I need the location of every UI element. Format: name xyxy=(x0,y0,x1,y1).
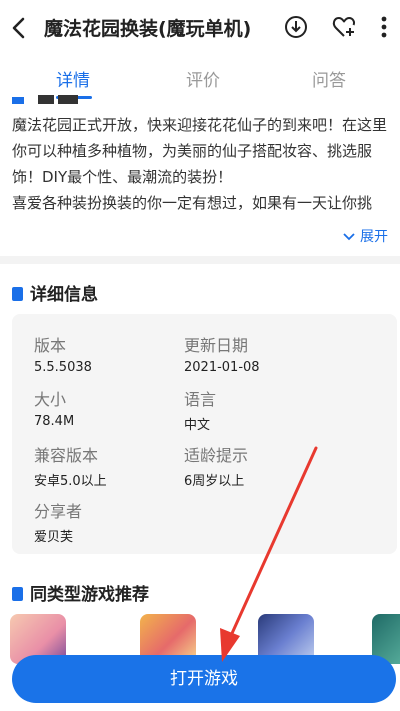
detail-update-date: 更新日期 2021-01-08 xyxy=(184,336,260,375)
recommend-section-title: 同类型游戏推荐 xyxy=(12,580,149,605)
details-section-title: 详细信息 xyxy=(12,280,98,305)
bookmark-icon xyxy=(12,587,23,601)
details-card: 版本 5.5.5038 更新日期 2021-01-08 大小 78.4M 语言 … xyxy=(12,314,397,554)
top-bar: 魔法花园换装(魔玩单机) xyxy=(0,0,400,56)
detail-age-rating: 适龄提示 6周岁以上 xyxy=(184,446,249,489)
favorite-add-icon[interactable] xyxy=(330,13,358,41)
back-icon[interactable] xyxy=(6,14,32,42)
description-paragraph: 魔法花园正式开放，快来迎接花花仙子的到来吧！在这里你可以种植多种植物，为美丽的仙… xyxy=(12,116,388,186)
expand-label: 展开 xyxy=(360,229,388,245)
tab-reviews[interactable]: 评价 xyxy=(186,66,220,91)
detail-sharer: 分享者 爱贝芙 xyxy=(34,502,83,545)
game-description: 魔法花园正式开放，快来迎接花花仙子的到来吧！在这里你可以种植多种植物，为美丽的仙… xyxy=(12,112,390,216)
download-icon[interactable] xyxy=(282,13,310,41)
scrolled-section-header xyxy=(12,92,142,104)
tab-qa[interactable]: 问答 xyxy=(312,66,346,91)
document-icon xyxy=(12,287,23,301)
detail-compat: 兼容版本 安卓5.0以上 xyxy=(34,446,107,489)
detail-size: 大小 78.4M xyxy=(34,390,75,429)
page-title: 魔法花园换装(魔玩单机) xyxy=(44,18,252,40)
description-paragraph: 喜爱各种装扮换装的你一定有想过，如果有一天让你挑 xyxy=(12,194,373,212)
expand-button[interactable]: 展开 xyxy=(342,226,388,246)
open-game-button[interactable]: 打开游戏 xyxy=(12,655,396,703)
section-divider xyxy=(0,256,400,264)
detail-version: 版本 5.5.5038 xyxy=(34,336,92,375)
more-icon[interactable] xyxy=(374,13,394,41)
chevron-down-icon xyxy=(342,233,355,241)
tab-details[interactable]: 详情 xyxy=(56,66,90,91)
detail-language: 语言 中文 xyxy=(184,390,217,433)
